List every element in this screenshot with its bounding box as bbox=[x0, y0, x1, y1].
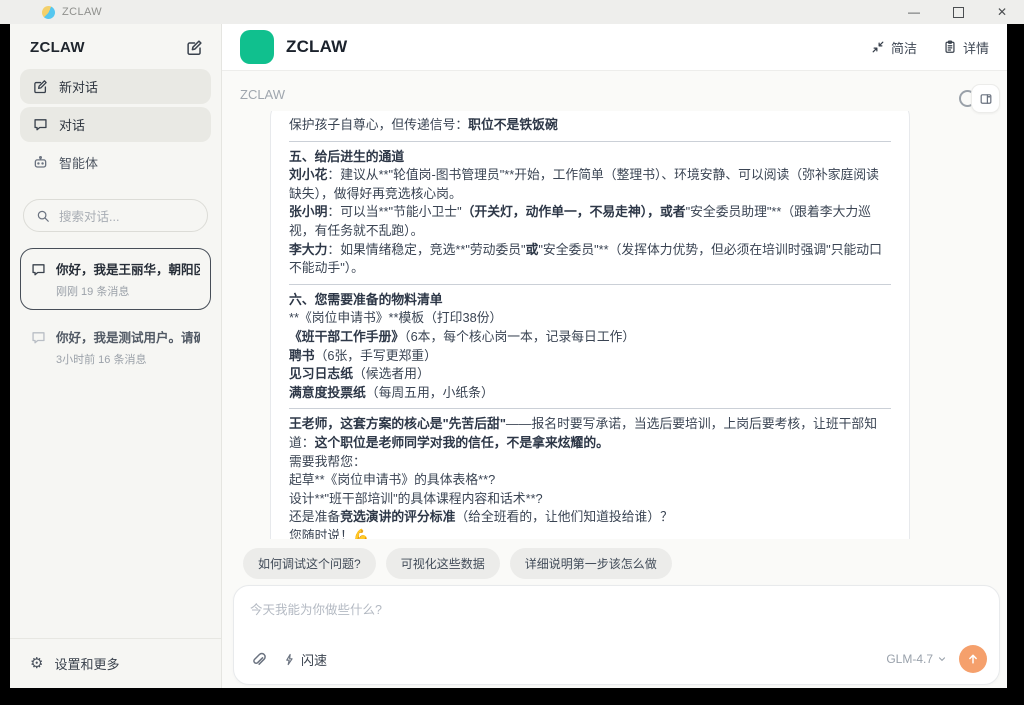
sidebar: ZCLAW 新对话 对话 bbox=[10, 24, 222, 688]
side-panel-toggle-button[interactable] bbox=[971, 84, 1000, 113]
chat-icon bbox=[33, 117, 48, 132]
message-divider bbox=[289, 408, 891, 409]
sidebar-item-label: 对话 bbox=[59, 115, 85, 134]
minimize-button[interactable]: — bbox=[892, 0, 936, 24]
composer-toolbar: 闪速 GLM-4.7 bbox=[250, 645, 987, 673]
message-input[interactable] bbox=[250, 599, 970, 639]
message-paragraph: 起草**《岗位申请书》的具体表格**? bbox=[289, 471, 891, 490]
message-paragraph: 保护孩子自尊心，但传递信号：职位不是铁饭碗 bbox=[289, 116, 891, 135]
bolt-icon bbox=[283, 653, 296, 666]
window-title: ZCLAW bbox=[62, 6, 102, 18]
message-paragraph: 六、您需要准备的物料清单 bbox=[289, 291, 891, 310]
conversation-list: 你好，我是王丽华，朝阳区... 刚刚 19 条消息 你好，我是测试用户。请确..… bbox=[10, 248, 221, 384]
compose-icon bbox=[33, 79, 48, 94]
clipboard-icon bbox=[943, 40, 957, 54]
close-button[interactable]: ✕ bbox=[980, 0, 1024, 24]
chat-tools bbox=[959, 84, 1000, 113]
sidebar-item-new-chat[interactable]: 新对话 bbox=[20, 69, 211, 104]
conversation-body: 你好，我是测试用户。请确... 3小时前 16 条消息 bbox=[56, 327, 200, 367]
arrow-up-icon bbox=[966, 652, 980, 666]
message-paragraph: 张小明：可以当**"节能小卫士"（开关灯，动作单一，不易走神），或者"安全委员助… bbox=[289, 203, 891, 240]
chevron-down-icon bbox=[937, 654, 947, 664]
settings-and-more-button[interactable]: ⚙ 设置和更多 bbox=[10, 638, 221, 688]
conversation-body: 你好，我是王丽华，朝阳区... 刚刚 19 条消息 bbox=[56, 259, 200, 299]
message-scroll-viewport[interactable]: 保护孩子自尊心，但传递信号：职位不是铁饭碗五、给后进生的通道刘小花：建议从**"… bbox=[270, 111, 910, 539]
header-actions: 简洁 详情 bbox=[871, 38, 989, 57]
main-header: ZCLAW 简洁 详情 bbox=[222, 24, 1007, 71]
conversation-meta: 刚刚 19 条消息 bbox=[56, 283, 200, 299]
maximize-icon bbox=[953, 7, 964, 18]
assistant-message-bubble: 保护孩子自尊心，但传递信号：职位不是铁饭碗五、给后进生的通道刘小花：建议从**"… bbox=[270, 111, 910, 539]
screen: ZCLAW — ✕ ZCLAW 新对话 bbox=[0, 0, 1024, 705]
message-paragraph: 《班干部工作手册》（6本，每个核心岗一本，记录每日工作） bbox=[289, 328, 891, 347]
message-paragraph: 五、给后进生的通道 bbox=[289, 148, 891, 167]
search-placeholder: 搜索对话... bbox=[59, 206, 119, 225]
message-paragraph: **《岗位申请书》**模板（打印38份） bbox=[289, 309, 891, 328]
chat-area: ZCLAW 保护孩子自尊心，但传递信号：职位不是铁饭碗五、给后进生的通道刘小花：… bbox=[222, 71, 1007, 688]
compose-icon[interactable] bbox=[186, 39, 203, 56]
conversation-title: 你好，我是王丽华，朝阳区... bbox=[56, 259, 200, 278]
sidebar-item-chats[interactable]: 对话 bbox=[20, 107, 211, 142]
split-panel-icon bbox=[979, 92, 993, 106]
main-panel: ZCLAW 简洁 详情 bbox=[222, 24, 1007, 688]
compact-mode-label: 简洁 bbox=[891, 38, 917, 57]
paperclip-icon[interactable] bbox=[250, 651, 267, 668]
fast-mode-button[interactable]: 闪速 bbox=[283, 650, 327, 669]
message-paragraph: 王老师，这套方案的核心是"先苦后甜"——报名时要写承诺，当选后要培训，上岗后要考… bbox=[289, 415, 891, 452]
message-paragraph: 设计**"班干部培训"的具体课程内容和话术**? bbox=[289, 490, 891, 509]
message-divider bbox=[289, 284, 891, 285]
assistant-name-label: ZCLAW bbox=[240, 87, 285, 102]
suggestion-chip[interactable]: 详细说明第一步该怎么做 bbox=[510, 548, 672, 579]
settings-label: 设置和更多 bbox=[54, 654, 119, 673]
message-paragraph: 您随时说！💪 bbox=[289, 527, 891, 539]
conversation-title: 你好，我是测试用户。请确... bbox=[56, 327, 200, 346]
gear-icon: ⚙ bbox=[30, 656, 43, 671]
fast-mode-label: 闪速 bbox=[301, 650, 327, 669]
brand-name: ZCLAW bbox=[286, 37, 347, 57]
model-name: GLM-4.7 bbox=[886, 652, 933, 666]
sidebar-header: ZCLAW bbox=[10, 24, 221, 69]
conversation-item[interactable]: 你好，我是王丽华，朝阳区... 刚刚 19 条消息 bbox=[20, 248, 211, 310]
compress-icon bbox=[871, 40, 885, 54]
sidebar-title: ZCLAW bbox=[30, 39, 85, 56]
message-divider bbox=[289, 141, 891, 142]
app-logo-icon bbox=[40, 3, 57, 20]
suggestion-chip[interactable]: 如何调试这个问题? bbox=[243, 548, 376, 579]
conversation-item[interactable]: 你好，我是测试用户。请确... 3小时前 16 条消息 bbox=[20, 316, 211, 378]
search-icon bbox=[36, 209, 50, 223]
window-titlebar: ZCLAW — ✕ bbox=[0, 0, 1024, 24]
details-mode-label: 详情 bbox=[963, 38, 989, 57]
message-paragraph: 聘书（6张，手写更郑重） bbox=[289, 347, 891, 366]
details-mode-button[interactable]: 详情 bbox=[943, 38, 989, 57]
sidebar-nav: 新对话 对话 智能体 bbox=[10, 69, 221, 183]
send-button[interactable] bbox=[959, 645, 987, 673]
sidebar-item-agents[interactable]: 智能体 bbox=[20, 145, 211, 180]
message-paragraph: 满意度投票纸（每周五用，小纸条） bbox=[289, 384, 891, 403]
message-paragraph: 刘小花：建议从**"轮值岗-图书管理员"**开始，工作简单（整理书）、环境安静、… bbox=[289, 166, 891, 203]
conversation-meta: 3小时前 16 条消息 bbox=[56, 351, 200, 367]
compact-mode-button[interactable]: 简洁 bbox=[871, 38, 917, 57]
window-controls: — ✕ bbox=[892, 0, 1024, 24]
chat-icon bbox=[31, 262, 46, 277]
suggestion-chip[interactable]: 可视化这些数据 bbox=[386, 548, 500, 579]
sidebar-item-label: 新对话 bbox=[59, 77, 98, 96]
model-selector[interactable]: GLM-4.7 bbox=[886, 652, 947, 666]
sidebar-item-label: 智能体 bbox=[59, 153, 98, 172]
message-paragraph: 还是准备竞选演讲的评分标准（给全班看的，让他们知道投给谁）？ bbox=[289, 508, 891, 527]
message-paragraph: 需要我帮您： bbox=[289, 453, 891, 472]
composer: 闪速 GLM-4.7 bbox=[233, 585, 1000, 685]
robot-icon bbox=[33, 155, 48, 170]
search-conversations-input[interactable]: 搜索对话... bbox=[23, 199, 208, 232]
chat-icon bbox=[31, 330, 46, 345]
suggestion-chips: 如何调试这个问题? 可视化这些数据 详细说明第一步该怎么做 bbox=[243, 548, 672, 579]
message-paragraph: 见习日志纸（候选者用） bbox=[289, 365, 891, 384]
message-paragraph: 李大力：如果情绪稳定，竞选**"劳动委员"或"安全委员"**（发挥体力优势，但必… bbox=[289, 241, 891, 278]
maximize-button[interactable] bbox=[936, 0, 980, 24]
app-window: ZCLAW 新对话 对话 bbox=[10, 24, 1007, 688]
brand-logo-icon bbox=[240, 30, 274, 64]
